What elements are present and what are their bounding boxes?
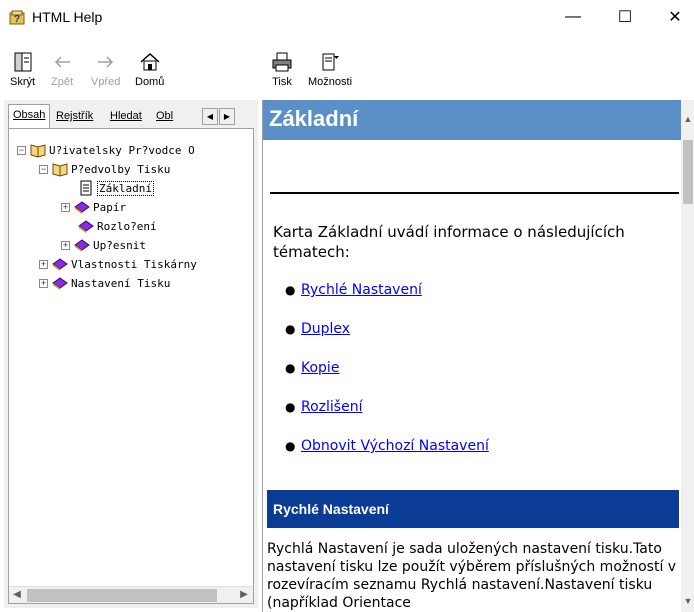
contents-tree: − U?ivatelsky Pr?vodce O − P?edvolby Tis… (8, 128, 254, 604)
navigation-panel: Obsah Rejstřík Hledat Obl ◀ ▶ − U?ivatel… (4, 100, 258, 608)
scroll-up-icon[interactable]: ▲ (682, 114, 694, 124)
tab-scroll-left[interactable]: ◀ (202, 108, 218, 125)
help-book-icon: ? (8, 8, 26, 26)
maximize-button[interactable]: ☐ (602, 0, 648, 34)
expand-icon[interactable]: + (39, 259, 48, 269)
window-title: HTML Help (32, 9, 103, 25)
hide-panel-icon (14, 52, 32, 72)
forward-button[interactable]: Vpřed (91, 50, 120, 94)
link-resolution[interactable]: Rozlišení (301, 399, 362, 415)
tab-contents[interactable]: Obsah (8, 104, 51, 128)
list-item: ● Kopie (285, 360, 340, 376)
open-book-icon (52, 163, 68, 177)
expand-icon[interactable]: + (61, 202, 70, 212)
tab-index[interactable]: Rejstřík (52, 106, 97, 128)
printer-icon (272, 52, 292, 72)
tab-favorites[interactable]: Obl (152, 106, 177, 128)
topic-heading: Základní (263, 100, 681, 140)
link-duplex[interactable]: Duplex (301, 321, 350, 337)
list-item: ● Rychlé Nastavení (285, 282, 422, 298)
list-item: ● Obnovit Výchozí Nastavení (285, 438, 489, 454)
close-button[interactable]: ✕ (652, 0, 694, 34)
tab-search[interactable]: Hledat (106, 106, 146, 128)
intro-text: Karta Základní uvádí informace o následu… (273, 223, 625, 261)
hide-button[interactable]: Skrýt (10, 50, 35, 94)
topic-pane: Základní Karta Základní uvádí informace … (262, 100, 694, 612)
arrow-left-icon (54, 56, 70, 68)
closed-book-icon (52, 258, 68, 271)
scrollbar-thumb[interactable] (683, 140, 693, 204)
scroll-down-icon[interactable]: ▼ (682, 596, 694, 606)
tree-item-advanced[interactable]: + Up?esnit (61, 236, 146, 254)
title-bar: ? HTML Help — ☐ ✕ (0, 0, 694, 34)
closed-book-icon (78, 220, 94, 233)
tree-item-print-settings[interactable]: + Nastavení Tisku (39, 274, 170, 292)
link-copies[interactable]: Kopie (301, 360, 339, 376)
closed-book-icon (74, 239, 90, 252)
print-button[interactable]: Tisk (270, 50, 294, 94)
scrollbar-thumb[interactable] (27, 589, 217, 602)
scroll-left-icon[interactable]: ◀ (10, 589, 24, 602)
home-button[interactable]: Domů (135, 50, 164, 94)
page-icon (80, 180, 92, 196)
divider (270, 192, 679, 194)
arrow-right-icon (97, 56, 113, 68)
tab-scroll-right[interactable]: ▶ (219, 108, 235, 125)
toolbar: Skrýt Zpět Vpřed Domů Tisk Možnosti (0, 44, 694, 96)
tree-item-basic[interactable]: Základní (78, 179, 154, 197)
section-text: Rychlá Nastavení je sada uložených nasta… (267, 541, 677, 611)
back-button[interactable]: Zpět (50, 50, 74, 94)
horizontal-scrollbar[interactable]: ◀ ▶ (9, 586, 253, 603)
link-quick-settings[interactable]: Rychlé Nastavení (301, 282, 422, 298)
topic-links: ● Rychlé Nastavení ● Duplex ● Kopie ● Rozliš… (285, 282, 665, 477)
vertical-scrollbar[interactable]: ▲ ▼ (681, 100, 694, 612)
collapse-icon[interactable]: − (39, 164, 48, 174)
options-icon (322, 53, 340, 71)
closed-book-icon (74, 201, 90, 214)
tree-item-layout[interactable]: Rozlo?ení (78, 217, 157, 235)
options-button[interactable]: Možnosti (308, 50, 352, 94)
open-book-icon (30, 144, 46, 158)
collapse-icon[interactable]: − (17, 145, 26, 155)
section-heading: Rychlé Nastavení (267, 490, 679, 528)
closed-book-icon (52, 277, 68, 290)
link-restore-defaults[interactable]: Obnovit Výchozí Nastavení (301, 438, 489, 454)
expand-icon[interactable]: + (39, 278, 48, 288)
tree-item-root[interactable]: − U?ivatelsky Pr?vodce O (17, 141, 195, 159)
scroll-right-icon[interactable]: ▶ (237, 589, 251, 602)
tree-item-paper[interactable]: + Papír (61, 198, 126, 216)
tree-item-printer-properties[interactable]: + Vlastnosti Tiskárny (39, 255, 197, 273)
tree-item-preferences[interactable]: − P?edvolby Tisku (39, 160, 170, 178)
list-item: ● Rozlišení (285, 399, 363, 415)
expand-icon[interactable]: + (61, 240, 70, 250)
home-icon (140, 52, 160, 71)
list-item: ● Duplex (285, 321, 351, 337)
nav-tabs: Obsah Rejstřík Hledat Obl ◀ ▶ (8, 104, 254, 128)
svg-text:?: ? (14, 14, 20, 25)
minimize-button[interactable]: — (550, 0, 596, 34)
